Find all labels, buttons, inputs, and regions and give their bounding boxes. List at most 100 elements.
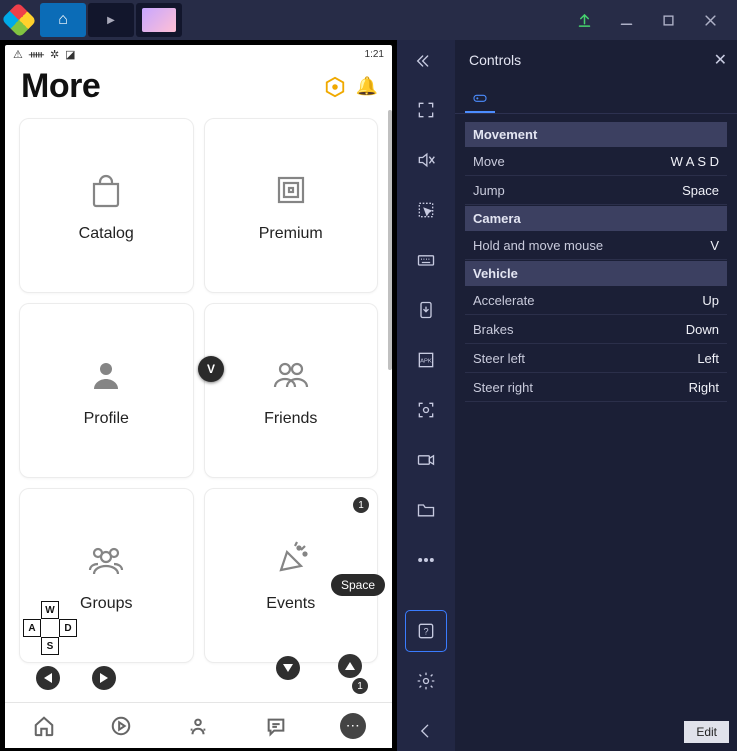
nav-avatar[interactable] (183, 711, 213, 741)
tab-play-store[interactable]: ▶ (88, 3, 134, 37)
card-label: Premium (259, 225, 323, 243)
settings-button[interactable] (406, 661, 446, 701)
more-icon: ⋯ (340, 713, 366, 739)
dpad-down: S (42, 638, 58, 654)
dpad-right: D (60, 620, 76, 636)
bottom-nav: ⋯ (5, 702, 392, 748)
titlebar-tabs: ⌂ ▶ (0, 0, 182, 40)
control-action: Jump (473, 183, 505, 198)
screenshot-button[interactable] (406, 390, 446, 430)
bag-icon (85, 169, 127, 211)
control-action: Accelerate (473, 293, 534, 308)
phone-frame: ⚠ ᚔ ✲ ◪ 1:21 More 🔔 (0, 40, 397, 751)
panel-tabs (455, 80, 737, 114)
nav-home[interactable] (29, 711, 59, 741)
events-badge: 1 (353, 497, 369, 513)
nav-more[interactable]: ⋯ (338, 711, 368, 741)
network-icon: ᚔ (29, 48, 44, 61)
keyboard-button[interactable] (406, 240, 446, 280)
overlay-btn-left[interactable] (36, 666, 60, 690)
control-row: Jump Space (465, 177, 727, 205)
control-action: Brakes (473, 322, 513, 337)
confetti-icon (270, 539, 312, 581)
close-icon (703, 13, 718, 28)
app-icon: ◪ (65, 48, 75, 61)
page-header: More 🔔 (5, 63, 392, 110)
card-label: Events (266, 595, 315, 613)
record-button[interactable] (406, 440, 446, 480)
back-button[interactable] (406, 711, 446, 751)
control-row: Steer left Left (465, 345, 727, 373)
close-button[interactable] (689, 0, 731, 40)
maximize-button[interactable] (647, 0, 689, 40)
control-row: MoveW A S D (465, 148, 727, 176)
overlay-wasd-pad[interactable]: W A D S (24, 602, 76, 654)
card-catalog[interactable]: Catalog (19, 118, 194, 293)
home-icon: ⌂ (58, 11, 68, 29)
edit-button[interactable]: Edit (684, 721, 729, 743)
overlay-v-key[interactable]: V (198, 356, 224, 382)
upload-button[interactable] (563, 0, 605, 40)
panel-close-button[interactable]: ✕ (714, 50, 727, 70)
fullscreen-button[interactable] (406, 90, 446, 130)
overlay-btn-up[interactable] (338, 654, 362, 678)
overlay-space-key[interactable]: Space (331, 574, 385, 596)
card-friends[interactable]: Friends (204, 303, 379, 478)
help-button[interactable]: ? (406, 611, 446, 651)
control-key: Space (682, 183, 719, 198)
overlay-btn-down[interactable] (276, 656, 300, 680)
svg-text:APK: APK (420, 359, 432, 365)
play-icon: ▶ (107, 15, 115, 26)
card-profile[interactable]: Profile (19, 303, 194, 478)
premium-badge-icon[interactable] (324, 76, 346, 98)
overlay-btn-right[interactable] (92, 666, 116, 690)
minimize-button[interactable] (605, 0, 647, 40)
card-label: Catalog (79, 225, 134, 243)
friends-icon (270, 354, 312, 396)
page-title: More (21, 67, 100, 106)
control-key: W A S D (671, 154, 719, 169)
bell-icon[interactable]: 🔔 (356, 76, 378, 97)
panel-title: Controls (469, 52, 521, 68)
control-key: Up (702, 293, 719, 308)
control-row: Hold and move mouseV (465, 232, 727, 260)
side-toolbar: APK ? (397, 40, 455, 751)
upload-icon (577, 13, 592, 28)
controls-panel: Controls ✕ MovementMoveW A S DJumpSpaceC… (455, 40, 737, 751)
tab-home[interactable]: ⌂ (40, 3, 86, 37)
nav-chat[interactable] (261, 711, 291, 741)
card-label: Groups (80, 595, 132, 613)
control-action: Steer right (473, 380, 533, 395)
control-key: Right (689, 380, 719, 395)
apk-button[interactable]: APK (406, 340, 446, 380)
dpad-up: W (42, 602, 58, 618)
keymap-cursor-button[interactable] (406, 190, 446, 230)
person-icon (85, 354, 127, 396)
control-key: Left (697, 351, 719, 366)
install-apk-button[interactable] (406, 290, 446, 330)
card-label: Profile (84, 410, 129, 428)
svg-text:?: ? (423, 626, 428, 636)
bluestacks-logo[interactable] (0, 6, 38, 34)
scroll-indicator[interactable] (388, 110, 392, 370)
warning-icon: ⚠ (13, 48, 23, 61)
panel-tab-gamepad[interactable] (465, 85, 495, 113)
dpad-left: A (24, 620, 40, 636)
collapse-panel-button[interactable] (406, 42, 446, 80)
more-tools-button[interactable] (406, 540, 446, 580)
panel-body: MovementMoveW A S DJumpSpaceCameraHold a… (455, 114, 737, 412)
maximize-icon (661, 13, 676, 28)
status-bar: ⚠ ᚔ ✲ ◪ 1:21 (5, 45, 392, 63)
control-row: Accelerate Up (465, 287, 727, 315)
groups-icon (85, 539, 127, 581)
card-premium[interactable]: Premium (204, 118, 379, 293)
control-action: Hold and move mouse (473, 238, 603, 253)
section-header: Movement (465, 122, 727, 147)
tab-game[interactable] (136, 3, 182, 37)
clock: 1:21 (365, 49, 384, 60)
card-label: Friends (264, 410, 317, 428)
nav-play[interactable] (106, 711, 136, 741)
folder-button[interactable] (406, 490, 446, 530)
control-action: Steer left (473, 351, 525, 366)
volume-button[interactable] (406, 140, 446, 180)
